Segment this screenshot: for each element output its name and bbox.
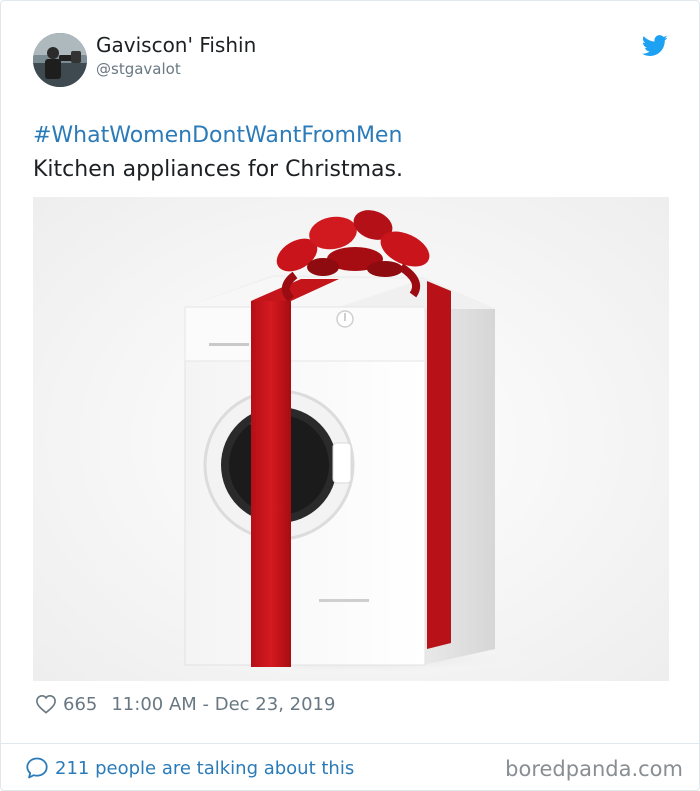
boredpanda-watermark: boredpanda.com (505, 757, 683, 781)
tweet-text: Kitchen appliances for Christmas. (33, 157, 403, 182)
talking-about-link[interactable]: 211 people are talking about this (25, 754, 354, 782)
author-display-name[interactable]: Gaviscon' Fishin (96, 33, 256, 57)
tweet-meta: 665 11:00 AM - Dec 23, 2019 (35, 691, 335, 717)
tweet-timestamp[interactable]: 11:00 AM - Dec 23, 2019 (111, 694, 335, 715)
tweet-media-image[interactable] (33, 197, 669, 681)
author-handle[interactable]: @stgavalot (96, 60, 181, 78)
tweet-card: Gaviscon' Fishin @stgavalot #WhatWomenDo… (0, 0, 700, 791)
talking-about-label: 211 people are talking about this (55, 757, 355, 779)
speech-bubble-icon (26, 757, 48, 779)
avatar[interactable] (33, 33, 87, 87)
divider (1, 743, 699, 744)
like-count[interactable]: 665 (63, 694, 97, 715)
washing-machine-gift-image (33, 197, 669, 681)
avatar-photo (33, 33, 87, 87)
heart-icon[interactable] (35, 694, 57, 714)
twitter-bird-icon[interactable] (642, 34, 668, 58)
hashtag-link[interactable]: #WhatWomenDontWantFromMen (33, 123, 402, 148)
